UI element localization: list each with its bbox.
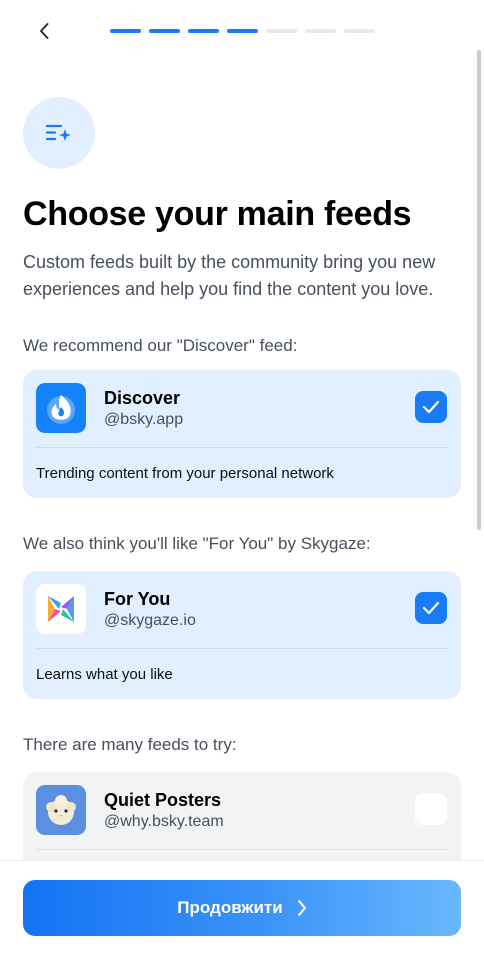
skygaze-logo-icon [36, 584, 86, 634]
progress-step [149, 29, 180, 33]
feed-name: Discover [104, 388, 181, 408]
chevron-left-icon [40, 23, 49, 39]
step-progress [110, 29, 375, 33]
feed-handle: @why.bsky.team [104, 813, 224, 830]
card-divider [36, 849, 448, 850]
feed-checkbox[interactable] [415, 793, 447, 825]
footer-bar: Продовжити [0, 860, 484, 965]
checkmark-icon [422, 601, 440, 615]
feed-description: Learns what you like [36, 666, 173, 683]
feed-description: Trending content from your personal netw… [36, 465, 334, 482]
progress-step [227, 29, 258, 33]
fluffy-creature-icon [36, 785, 86, 835]
scrollbar[interactable] [477, 50, 481, 530]
back-button[interactable] [30, 16, 60, 46]
many-feeds-label: There are many feeds to try: [23, 735, 237, 754]
feeds-hero-icon [23, 97, 95, 169]
progress-step [110, 29, 141, 33]
checkmark-icon [422, 400, 440, 414]
feed-name: Quiet Posters [104, 790, 222, 810]
sparkle-list-icon [45, 124, 71, 141]
recommend-label: We recommend our "Discover" feed: [23, 336, 298, 355]
continue-button[interactable]: Продовжити [23, 880, 461, 936]
progress-step [266, 29, 297, 33]
progress-step [188, 29, 219, 33]
feed-name: For You [104, 589, 171, 609]
discover-avatar [36, 383, 86, 433]
bluesky-flame-icon [36, 383, 86, 433]
for-you-avatar [36, 584, 86, 634]
chevron-right-icon [297, 900, 306, 916]
card-divider [36, 648, 448, 649]
feed-checkbox[interactable] [415, 592, 447, 624]
quiet-posters-avatar [36, 785, 86, 835]
feed-checkbox[interactable] [415, 391, 447, 423]
card-divider [36, 447, 448, 448]
feed-handle: @skygaze.io [104, 612, 196, 629]
feed-handle: @bsky.app [104, 411, 184, 428]
feed-card-for-you[interactable]: For You @skygaze.io Learns what you like [23, 571, 461, 699]
progress-step [344, 29, 375, 33]
page-description: Custom feeds built by the community brin… [23, 252, 436, 299]
feed-card-discover[interactable]: Discover @bsky.app Trending content from… [23, 370, 461, 498]
progress-step [305, 29, 336, 33]
continue-label: Продовжити [177, 898, 283, 917]
also-like-label: We also think you'll like "For You" by S… [23, 534, 371, 553]
page-title: Choose your main feeds [23, 195, 412, 233]
